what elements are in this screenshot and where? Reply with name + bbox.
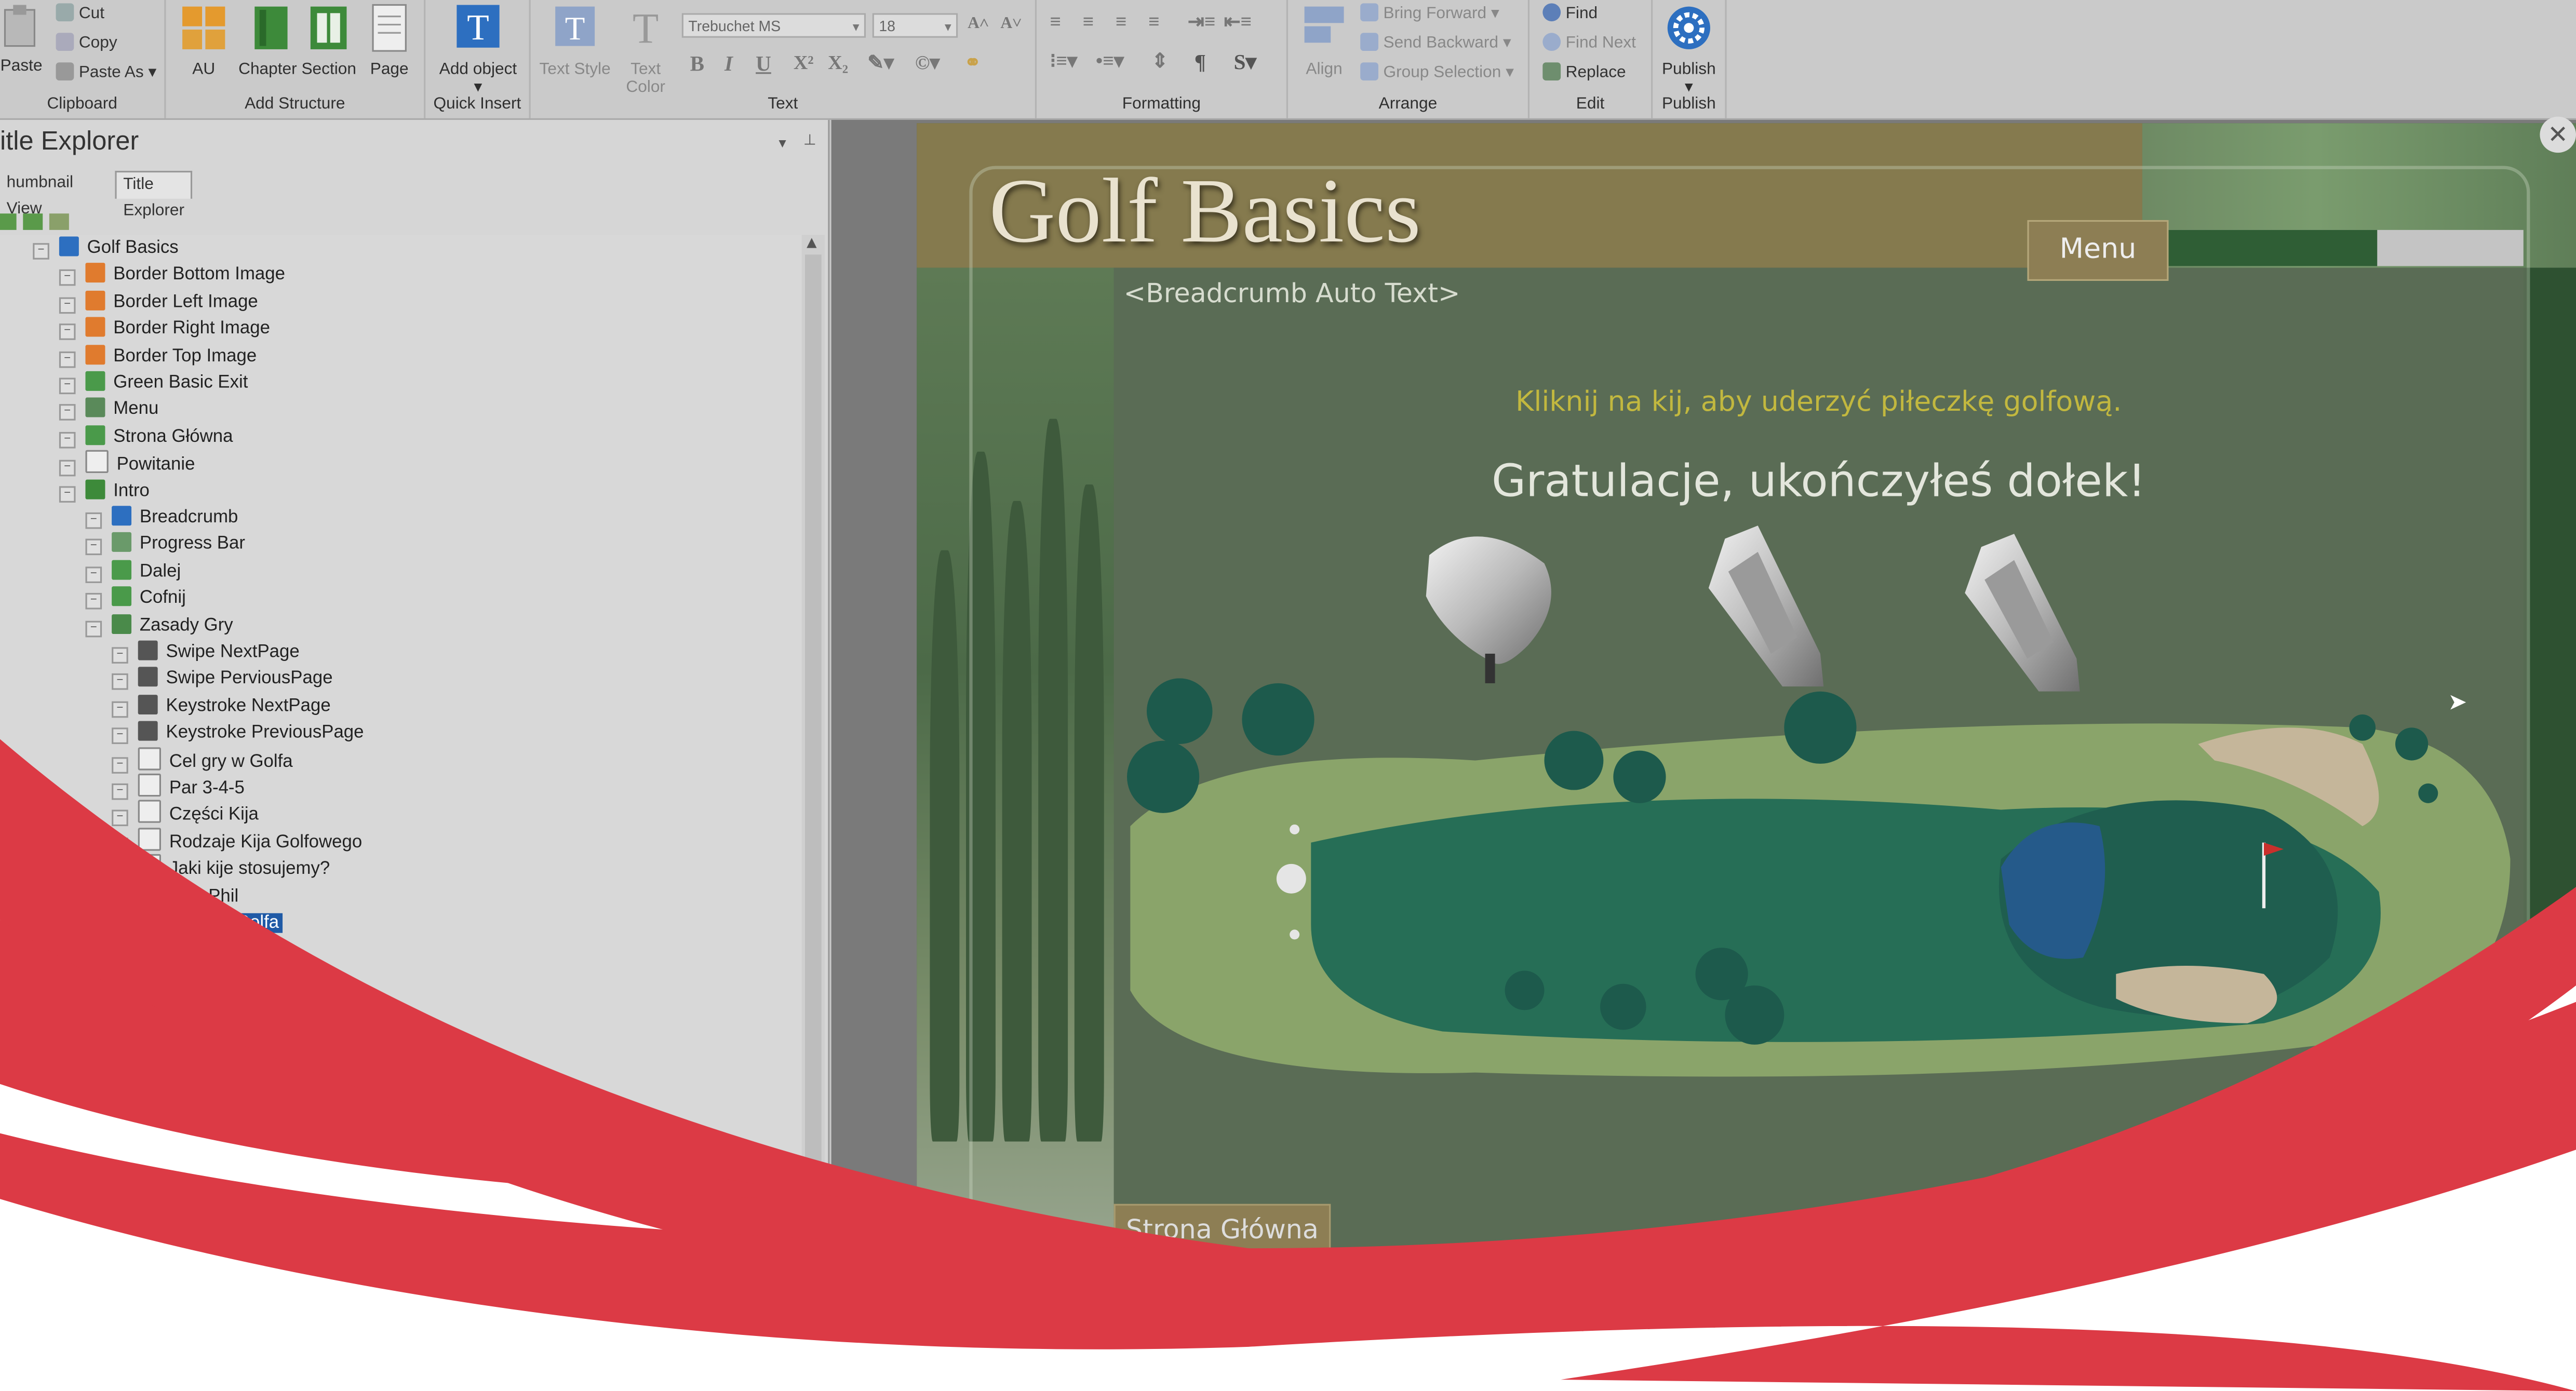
red-swoosh-overlay bbox=[0, 739, 2576, 1391]
app-window: Paste Cut Copy Paste As ▾ Clipboard AU C… bbox=[0, 0, 2576, 1391]
